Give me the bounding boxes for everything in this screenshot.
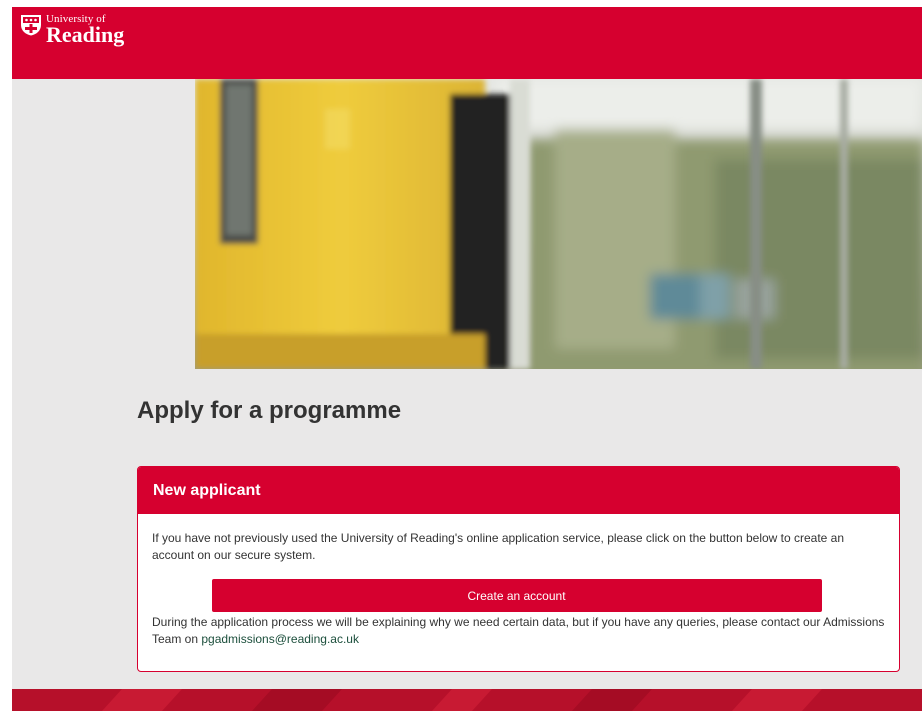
footer-pattern — [12, 689, 922, 711]
page-title: Apply for a programme — [137, 397, 402, 424]
site-header: University of Reading — [12, 7, 922, 79]
panel-body: If you have not previously used the Univ… — [138, 514, 899, 648]
panel-header: New applicant — [138, 467, 899, 514]
university-logo[interactable]: University of Reading — [20, 14, 124, 46]
contact-note: During the application process we will b… — [152, 614, 885, 648]
hero-photo-illustration — [195, 79, 922, 369]
university-crest-icon — [21, 15, 41, 36]
intro-text: If you have not previously used the Univ… — [152, 531, 845, 562]
footer-band — [12, 689, 922, 711]
create-account-button[interactable]: Create an account — [211, 579, 822, 612]
admissions-email-link[interactable]: pgadmissions@reading.ac.uk — [201, 632, 359, 646]
hero-image — [195, 79, 922, 369]
logo-line-2: Reading — [46, 22, 125, 47]
new-applicant-panel: New applicant If you have not previously… — [137, 466, 900, 672]
panel-title: New applicant — [153, 481, 261, 499]
